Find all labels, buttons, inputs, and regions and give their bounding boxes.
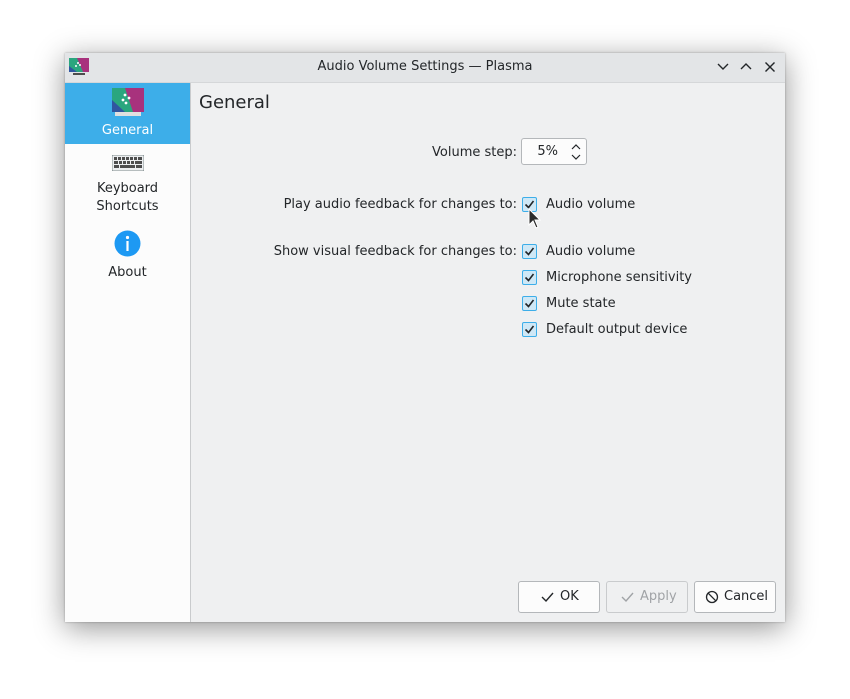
- checkmark-icon: [524, 299, 535, 308]
- ok-button[interactable]: OK: [518, 581, 600, 613]
- sidebar-item-label: About: [108, 265, 147, 280]
- sidebar-item-label: General: [101, 123, 154, 138]
- volume-step-value: 5%: [537, 144, 558, 159]
- spin-arrows-icon[interactable]: [570, 142, 582, 162]
- audio-feedback-label: Play audio feedback for changes to:: [283, 197, 517, 212]
- window-title: Audio Volume Settings — Plasma: [317, 59, 533, 74]
- cancel-icon: [705, 590, 719, 608]
- page-title: General: [199, 92, 270, 113]
- sidebar-item-general[interactable]: General: [65, 83, 190, 144]
- visual-feedback-label: Show visual feedback for changes to:: [273, 244, 517, 259]
- mouse-pointer-icon: [528, 207, 542, 234]
- maximize-icon[interactable]: [738, 59, 754, 75]
- main-content: General Volume step: 5% Play audio feedb…: [191, 83, 785, 622]
- volume-step-label: Volume step:: [432, 145, 517, 160]
- plasma-general-icon: [111, 87, 145, 121]
- checkmark-icon: [621, 591, 634, 607]
- apply-button-label: Apply: [640, 589, 677, 604]
- audio-feedback-volume-label[interactable]: Audio volume: [546, 197, 635, 212]
- visual-feedback-mute-label[interactable]: Mute state: [546, 296, 616, 311]
- cancel-button[interactable]: Cancel: [694, 581, 776, 613]
- visual-feedback-volume-checkbox[interactable]: [522, 244, 537, 259]
- sidebar-item-keyboard-shortcuts[interactable]: Keyboard Shortcuts: [65, 149, 190, 223]
- visual-feedback-microphone-checkbox[interactable]: [522, 270, 537, 285]
- visual-feedback-volume-label[interactable]: Audio volume: [546, 244, 635, 259]
- keyboard-icon: [111, 154, 145, 175]
- settings-window: Audio Volume Settings — Plasma General K…: [65, 53, 785, 622]
- sidebar-item-label: Keyboard: [96, 181, 159, 196]
- volume-step-spinbox[interactable]: 5%: [521, 138, 587, 165]
- ok-button-label: OK: [560, 589, 579, 604]
- info-icon: [114, 230, 141, 261]
- checkmark-icon: [524, 247, 535, 256]
- close-icon[interactable]: [762, 59, 778, 75]
- title-bar[interactable]: Audio Volume Settings — Plasma: [65, 53, 785, 83]
- sidebar-item-about[interactable]: About: [65, 229, 190, 289]
- visual-feedback-microphone-label[interactable]: Microphone sensitivity: [546, 270, 692, 285]
- checkmark-icon: [541, 591, 554, 607]
- visual-feedback-output-device-checkbox[interactable]: [522, 322, 537, 337]
- sidebar: General Keyboard Shortcuts About: [65, 83, 191, 622]
- cancel-button-label: Cancel: [724, 589, 769, 604]
- apply-button[interactable]: Apply: [606, 581, 688, 613]
- minimize-icon[interactable]: [715, 59, 731, 75]
- visual-feedback-output-device-label[interactable]: Default output device: [546, 322, 687, 337]
- visual-feedback-mute-checkbox[interactable]: [522, 296, 537, 311]
- checkmark-icon: [524, 325, 535, 334]
- sidebar-item-label: Shortcuts: [96, 199, 159, 214]
- checkmark-icon: [524, 273, 535, 282]
